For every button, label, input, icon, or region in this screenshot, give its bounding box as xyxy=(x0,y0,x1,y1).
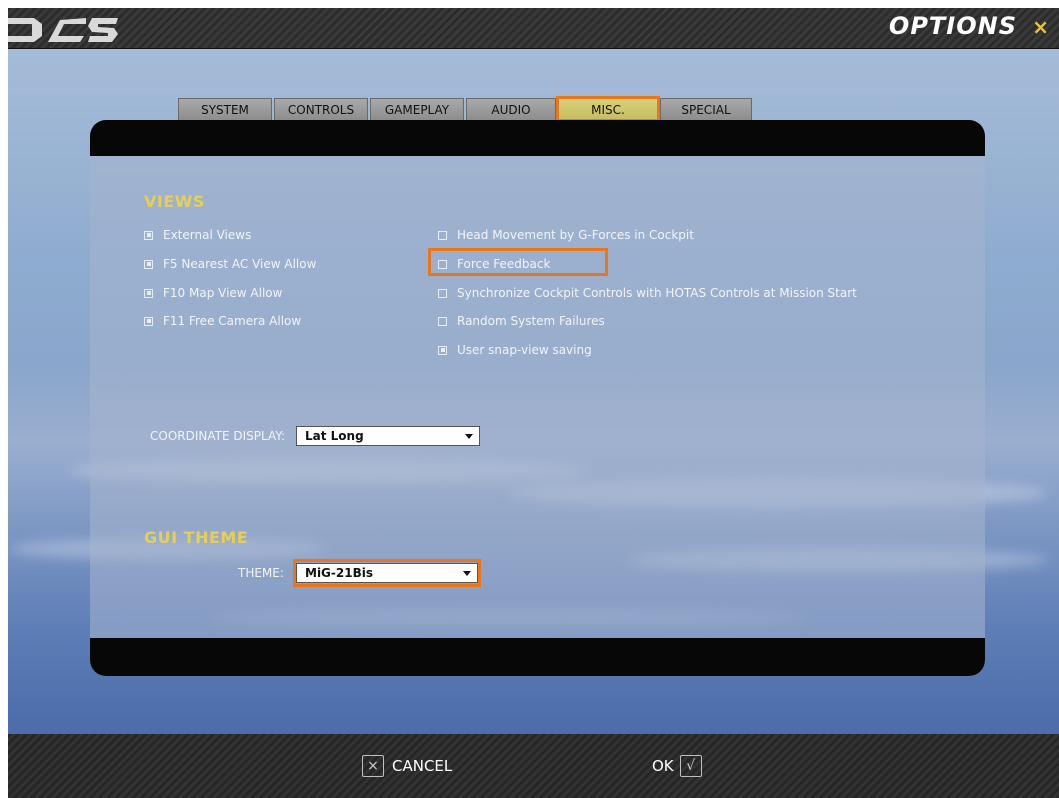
ok-button[interactable]: OK √ xyxy=(652,755,702,777)
dropdown-arrow-icon xyxy=(465,434,473,439)
option-f11-free-camera[interactable]: F11 Free Camera Allow xyxy=(144,314,301,328)
ok-label: OK xyxy=(652,757,674,775)
tab-special[interactable]: SPECIAL xyxy=(660,98,752,120)
option-label: F5 Nearest AC View Allow xyxy=(163,257,317,271)
theme-label: THEME: xyxy=(238,566,284,580)
window-title: OPTIONS xyxy=(888,12,1017,40)
coordinate-display-label: COORDINATE DISPLAY: xyxy=(150,429,286,443)
panel-footer-bar xyxy=(90,638,985,676)
checkbox-unchecked-icon[interactable] xyxy=(438,316,447,326)
option-label: User snap-view saving xyxy=(457,343,592,357)
option-label: External Views xyxy=(163,228,252,242)
coordinate-display-value: Lat Long xyxy=(305,429,364,443)
option-label: Synchronize Cockpit Controls with HOTAS … xyxy=(457,286,857,300)
tab-misc[interactable]: MISC. xyxy=(556,96,660,122)
checkbox-checked-icon[interactable] xyxy=(144,230,153,240)
cancel-button[interactable]: × CANCEL xyxy=(362,755,452,777)
gui-theme-section-title: GUI THEME xyxy=(144,528,249,547)
checkbox-unchecked-icon[interactable] xyxy=(438,230,447,240)
checkbox-unchecked-icon[interactable] xyxy=(438,288,447,298)
tab-system[interactable]: SYSTEM xyxy=(178,98,272,120)
close-icon[interactable]: × xyxy=(1032,15,1049,39)
checkbox-checked-icon[interactable] xyxy=(144,288,153,298)
option-label: Head Movement by G-Forces in Cockpit xyxy=(457,228,694,242)
options-panel: VIEWS External Views F5 Nearest AC View … xyxy=(90,120,985,676)
option-f10-map-view[interactable]: F10 Map View Allow xyxy=(144,286,282,300)
tab-controls[interactable]: CONTROLS xyxy=(274,98,368,120)
theme-select[interactable]: MiG-21Bis xyxy=(296,563,478,583)
theme-value: MiG-21Bis xyxy=(305,566,373,580)
dropdown-arrow-icon xyxy=(463,571,471,576)
options-screen: OPTIONS × SYSTEM CONTROLS GAMEPLAY AUDIO… xyxy=(8,8,1059,798)
checkbox-checked-icon[interactable] xyxy=(144,316,153,326)
option-label: F11 Free Camera Allow xyxy=(163,314,302,328)
option-synchronize-cockpit-controls[interactable]: Synchronize Cockpit Controls with HOTAS … xyxy=(438,286,857,300)
checkbox-checked-icon[interactable] xyxy=(438,345,447,355)
checkbox-unchecked-icon[interactable] xyxy=(438,259,447,269)
cancel-label: CANCEL xyxy=(392,757,453,775)
dcs-logo-icon xyxy=(8,18,118,42)
views-section-title: VIEWS xyxy=(144,192,205,211)
bottom-bar: × CANCEL OK √ xyxy=(8,734,1059,798)
option-user-snap-view-saving[interactable]: User snap-view saving xyxy=(438,343,592,357)
option-force-feedback[interactable]: Force Feedback xyxy=(438,257,550,271)
checkbox-checked-icon[interactable] xyxy=(144,259,153,269)
title-bar: OPTIONS × xyxy=(8,8,1059,49)
tab-bar: SYSTEM CONTROLS GAMEPLAY AUDIO MISC. SPE… xyxy=(178,96,752,122)
close-icon: × xyxy=(362,755,384,777)
option-f5-nearest-ac-view[interactable]: F5 Nearest AC View Allow xyxy=(144,257,316,271)
option-label: Random System Failures xyxy=(457,314,605,328)
option-label: Force Feedback xyxy=(457,257,551,271)
tab-gameplay[interactable]: GAMEPLAY xyxy=(370,98,464,120)
option-label: F10 Map View Allow xyxy=(163,286,283,300)
coordinate-display-select[interactable]: Lat Long xyxy=(296,426,480,446)
panel-header-bar xyxy=(90,120,985,156)
checkmark-icon: √ xyxy=(679,755,702,777)
tab-audio[interactable]: AUDIO xyxy=(466,98,556,120)
option-random-system-failures[interactable]: Random System Failures xyxy=(438,314,605,328)
option-head-movement-g-forces[interactable]: Head Movement by G-Forces in Cockpit xyxy=(438,228,694,242)
option-external-views[interactable]: External Views xyxy=(144,228,251,242)
